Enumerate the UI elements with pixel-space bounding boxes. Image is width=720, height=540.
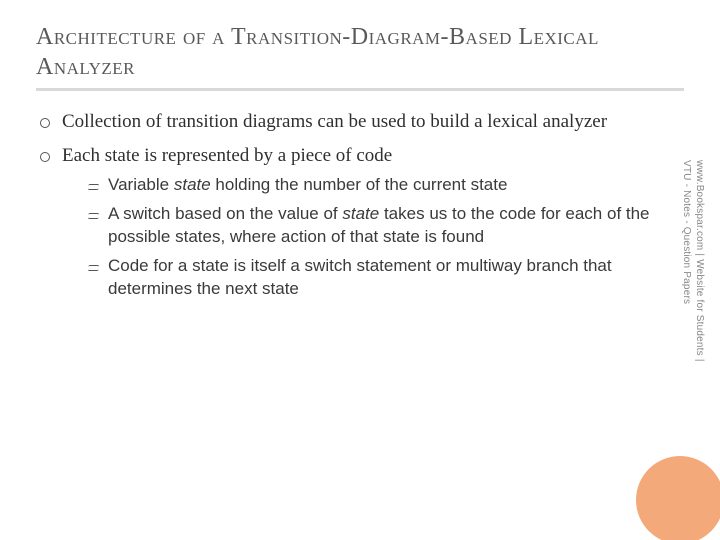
sub-bullet-item: Variable state holding the number of the… [62, 174, 684, 197]
sub-bullet-item: Code for a state is itself a switch stat… [62, 255, 684, 301]
bullet-item: Collection of transition diagrams can be… [36, 109, 684, 135]
bullet-text: Collection of transition diagrams can be… [62, 111, 607, 132]
sub-text: A switch based on the value of [108, 204, 342, 223]
sub-bullet-item: A switch based on the value of state tak… [62, 203, 684, 249]
slide-title: Architecture of a Transition-Diagram-Bas… [36, 22, 684, 82]
italic-term: state [342, 204, 379, 223]
watermark-line: VTU - Notes - Question Papers [681, 160, 692, 304]
sub-text: holding the number of the current state [211, 175, 508, 194]
bullet-text: Each state is represented by a piece of … [62, 145, 392, 166]
decorative-circle [636, 456, 720, 540]
bullet-item: Each state is represented by a piece of … [36, 143, 684, 301]
italic-term: state [174, 175, 211, 194]
watermark-line: www.Bookspar.com | Website for Students … [694, 160, 705, 362]
sub-text: Code for a state is itself a switch stat… [108, 256, 612, 298]
slide: Architecture of a Transition-Diagram-Bas… [0, 0, 720, 540]
main-bullet-list: Collection of transition diagrams can be… [36, 109, 684, 301]
title-rule [36, 88, 684, 91]
sub-text: Variable [108, 175, 174, 194]
sub-bullet-list: Variable state holding the number of the… [62, 174, 684, 301]
watermark-sidebar: www.Bookspar.com | Website for Students … [680, 160, 706, 440]
